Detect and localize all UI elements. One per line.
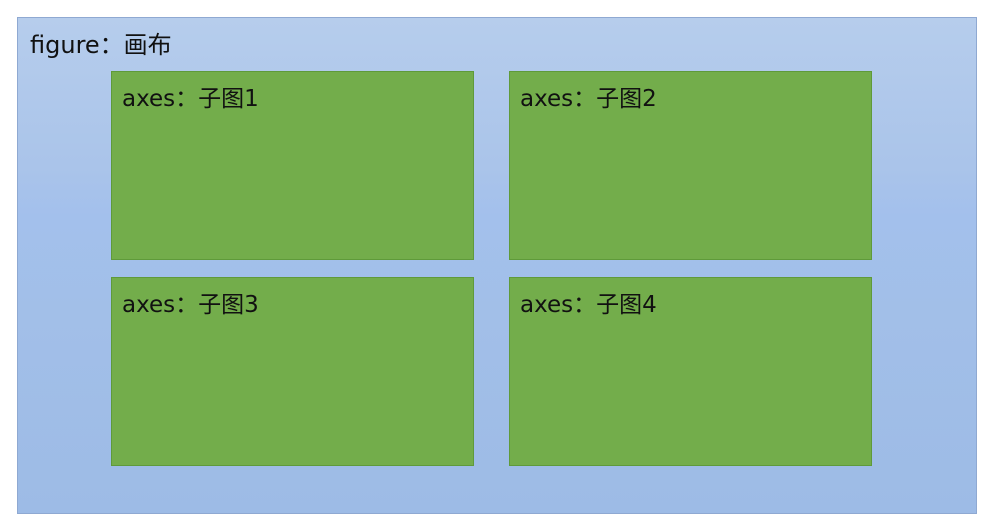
axes-subplot-2: axes：子图2	[509, 71, 872, 260]
axes-label-1: axes：子图1	[122, 86, 259, 112]
figure-label: figure：画布	[30, 31, 172, 59]
axes-label-4: axes：子图4	[520, 292, 657, 318]
axes-subplot-3: axes：子图3	[111, 277, 474, 466]
axes-subplot-4: axes：子图4	[509, 277, 872, 466]
axes-label-2: axes：子图2	[520, 86, 657, 112]
axes-subplot-1: axes：子图1	[111, 71, 474, 260]
axes-label-3: axes：子图3	[122, 292, 259, 318]
figure-canvas: figure：画布 axes：子图1 axes：子图2 axes：子图3 axe…	[17, 17, 977, 514]
